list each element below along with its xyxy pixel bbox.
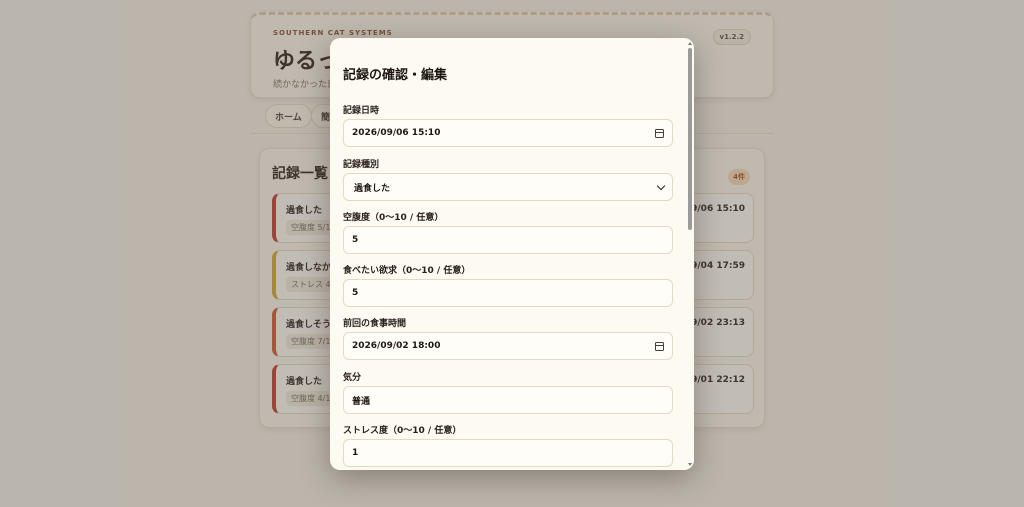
hunger-input[interactable]: 5 [343,226,673,254]
modal-title: 記録の確認・編集 [343,68,448,83]
mood-label: 気分 [343,373,362,383]
last-meal-label: 前回の食事時間 [343,319,407,329]
type-value: 過食した [354,183,391,194]
desire-label: 食べたい欲求（0〜10 / 任意） [343,266,471,276]
chevron-down-icon [656,181,666,190]
modal-scrollbar[interactable] [687,42,692,466]
scroll-thumb[interactable] [688,48,692,230]
type-select[interactable]: 過食した [343,173,673,201]
datetime-input[interactable]: 2026/09/06 15:10 [343,119,673,147]
edit-record-modal: 記録の確認・編集 記録日時 2026/09/06 15:10 記録種別 過食した… [330,38,694,470]
datetime-label: 記録日時 [343,106,380,116]
desire-input[interactable]: 5 [343,279,673,307]
hunger-label: 空腹度（0〜10 / 任意） [343,213,444,223]
stress-value: 1 [352,448,359,458]
last-meal-value: 2026/09/02 18:00 [352,341,441,351]
scroll-up-arrow-icon[interactable] [688,42,692,45]
datetime-value: 2026/09/06 15:10 [352,128,441,138]
calendar-icon[interactable] [655,341,664,351]
stress-input[interactable]: 1 [343,439,673,467]
type-label: 記録種別 [343,160,380,170]
last-meal-input[interactable]: 2026/09/02 18:00 [343,332,673,360]
mood-input[interactable]: 普通 [343,386,673,414]
scroll-down-arrow-icon[interactable] [688,463,692,466]
mood-value: 普通 [352,396,371,407]
hunger-value: 5 [352,235,359,245]
calendar-icon[interactable] [655,128,664,138]
desire-value: 5 [352,288,359,298]
stress-label: ストレス度（0〜10 / 任意） [343,426,462,436]
